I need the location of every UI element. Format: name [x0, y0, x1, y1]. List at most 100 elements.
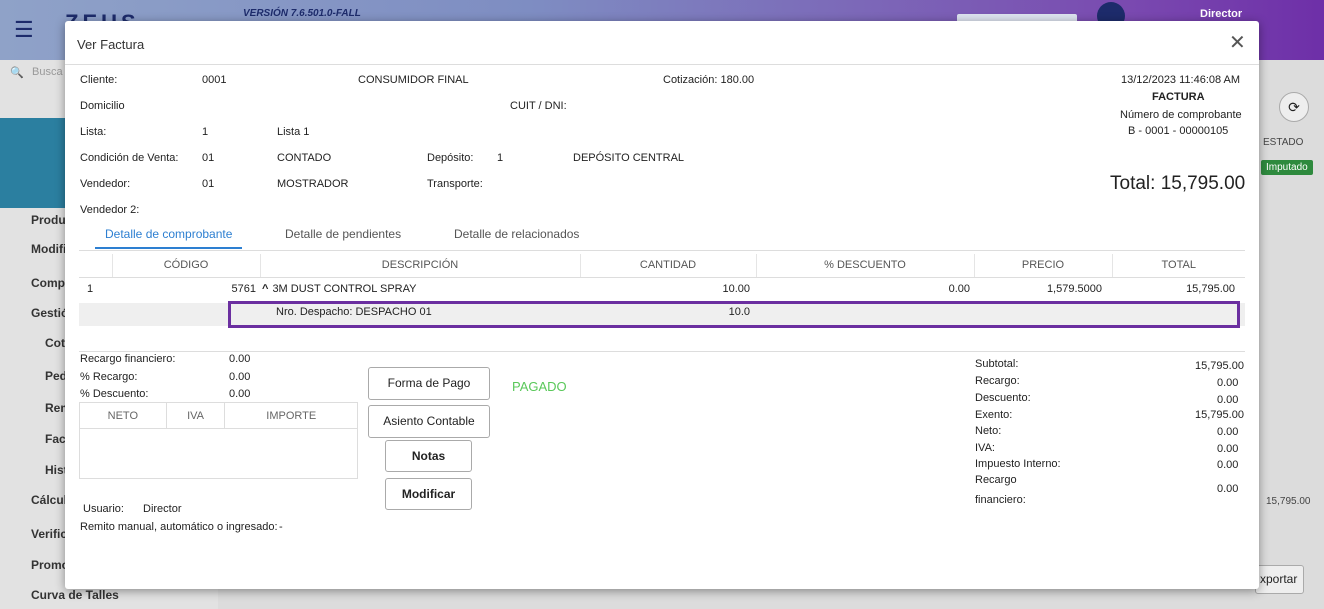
remito-label: Remito manual, automático o ingresado:: [80, 521, 278, 533]
column-header[interactable]: % DESCUENTO: [756, 254, 975, 278]
usuario-label: Usuario:: [83, 503, 124, 515]
pct-recargo-value: 0.00: [229, 371, 251, 383]
neto-label: Neto:: [975, 425, 1002, 437]
row-cantidad: 10.00: [722, 282, 750, 295]
deposito-name: DEPÓSITO CENTRAL: [573, 152, 685, 164]
cliente-label: Cliente:: [80, 74, 118, 86]
recargo-financiero-total-label: Recargo: [975, 474, 1017, 486]
row-codigo: 5761: [231, 282, 256, 295]
invoice-total: Total: 15,795.00: [1110, 173, 1246, 194]
lista-label: Lista:: [80, 126, 107, 138]
row-precio: 1,579.5000: [1046, 282, 1102, 295]
collapse-chevron-icon[interactable]: ^: [262, 283, 268, 295]
vendedor-name: MOSTRADOR: [277, 178, 349, 190]
column-header: [79, 254, 113, 278]
cliente-code: 0001: [202, 74, 227, 86]
tab-detalle-relacionados[interactable]: Detalle de relacionados: [444, 227, 589, 247]
subtotal-label: Subtotal:: [975, 358, 1019, 370]
impuesto-interno-label: Impuesto Interno:: [975, 458, 1061, 470]
hamburger-menu-icon[interactable]: ☰: [14, 17, 34, 43]
pct-descuento-label: % Descuento:: [80, 388, 149, 400]
descuento-label: Descuento:: [975, 392, 1031, 404]
doc-type: FACTURA: [1152, 91, 1205, 103]
column-header[interactable]: CÓDIGO: [112, 254, 261, 278]
status-badge: Imputado: [1261, 160, 1313, 175]
column-header[interactable]: DESCRIPCIÓN: [260, 254, 581, 278]
payment-status: PAGADO: [512, 379, 567, 394]
invoice-datetime: 13/12/2023 11:46:08 AM: [1121, 74, 1241, 86]
cliente-name: CONSUMIDOR FINAL: [358, 74, 469, 86]
sidebar-item[interactable]: Curva de Talles: [31, 588, 119, 602]
iva-value: 0.00: [1217, 443, 1239, 455]
row-total: 15,795.00: [1266, 496, 1311, 507]
domicilio-label: Domicilio: [80, 100, 125, 112]
modal-title: Ver Factura: [77, 37, 145, 52]
vendedor-code: 01: [202, 178, 215, 190]
deposito-code: 1: [497, 152, 504, 164]
neto-value: 0.00: [1217, 426, 1239, 438]
column-header: NETO: [79, 402, 167, 429]
cuit-label: CUIT / DNI:: [510, 100, 567, 112]
close-icon[interactable]: ✕: [1229, 30, 1246, 55]
recargo-value: 0.00: [1217, 377, 1239, 389]
comprobante-number: B - 0001 - 00000105: [1128, 125, 1229, 137]
recargo-financiero-total-label-2: financiero:: [975, 494, 1026, 506]
table-header-row: CÓDIGO DESCRIPCIÓN CANTIDAD % DESCUENTO …: [79, 254, 1245, 278]
notas-button[interactable]: Notas: [385, 440, 472, 472]
column-header[interactable]: PRECIO: [974, 254, 1113, 278]
asiento-contable-button[interactable]: Asiento Contable: [368, 405, 490, 438]
vendedor-label: Vendedor:: [80, 178, 131, 190]
divider: [79, 351, 1245, 352]
column-header: IVA: [166, 402, 226, 429]
refresh-icon[interactable]: ⟳: [1279, 92, 1309, 122]
forma-de-pago-button[interactable]: Forma de Pago: [368, 367, 490, 400]
column-header: IMPORTE: [224, 402, 358, 429]
modificar-button[interactable]: Modificar: [385, 478, 472, 510]
usuario-value: Director: [143, 503, 182, 515]
pct-descuento-value: 0.00: [229, 388, 251, 400]
divider: [65, 64, 1259, 65]
cotizacion: Cotización: 180.00: [663, 74, 755, 86]
version-label: VERSIÓN 7.6.501.0-FALL: [243, 8, 361, 19]
tab-bar: Detalle de comprobante Detalle de pendie…: [79, 227, 1245, 251]
remito-value: -: [279, 521, 283, 533]
table-header-row: NETO IVA IMPORTE: [79, 402, 358, 429]
estado-column-header: ESTADO: [1263, 137, 1304, 148]
row-index: 1: [87, 282, 94, 295]
row-descripcion: 3M DUST CONTROL SPRAY: [272, 282, 417, 295]
lista-code: 1: [202, 126, 209, 138]
column-header[interactable]: TOTAL: [1112, 254, 1245, 278]
search-icon: 🔍: [10, 67, 24, 79]
condicion-code: 01: [202, 152, 215, 164]
table-row[interactable]: 1 5761 ^ 3M DUST CONTROL SPRAY 10.00 0.00…: [79, 277, 1245, 300]
tab-detalle-pendientes[interactable]: Detalle de pendientes: [275, 227, 411, 247]
deposito-label: Depósito:: [427, 152, 474, 164]
recargo-financiero-label: Recargo financiero:: [80, 353, 176, 365]
lista-name: Lista 1: [277, 126, 310, 138]
transporte-label: Transporte:: [427, 178, 483, 190]
column-header[interactable]: CANTIDAD: [580, 254, 757, 278]
condicion-name: CONTADO: [277, 152, 332, 164]
invoice-modal: Ver Factura ✕ Cliente: 0001 CONSUMIDOR F…: [65, 21, 1259, 589]
iva-label: IVA:: [975, 442, 995, 454]
impuesto-interno-value: 0.00: [1217, 459, 1239, 471]
tab-detalle-comprobante[interactable]: Detalle de comprobante: [95, 227, 243, 249]
subtotal-value: 15,795.00: [1195, 360, 1244, 372]
descuento-value: 0.00: [1217, 394, 1239, 406]
pct-recargo-label: % Recargo:: [80, 371, 138, 383]
recargo-financiero-total-value: 0.00: [1217, 483, 1239, 495]
selected-row-highlight: [228, 301, 1240, 328]
recargo-label: Recargo:: [975, 375, 1020, 387]
tax-table: NETO IVA IMPORTE: [79, 402, 358, 479]
vendedor2-label: Vendedor 2:: [80, 204, 140, 216]
recargo-financiero-value: 0.00: [229, 353, 251, 365]
exento-label: Exento:: [975, 409, 1013, 421]
condicion-label: Condición de Venta:: [80, 152, 179, 164]
export-button[interactable]: xportar: [1255, 565, 1304, 594]
exento-value: 15,795.00: [1195, 409, 1244, 421]
comprobante-label: Número de comprobante: [1120, 109, 1242, 121]
search-input[interactable]: Busca: [32, 66, 63, 78]
row-descuento: 0.00: [948, 282, 970, 295]
row-total: 15,795.00: [1186, 282, 1235, 295]
user-name: Director: [1200, 8, 1243, 20]
